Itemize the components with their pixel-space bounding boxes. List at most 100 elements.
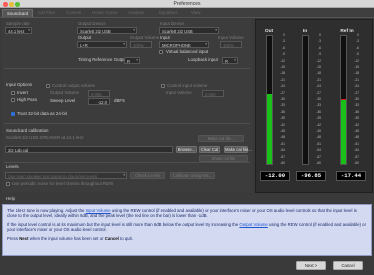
chevron-down-icon: ▾ — [205, 42, 207, 46]
refin-meter-readout: -17.44 — [336, 171, 366, 181]
meter-tick-label: -30 — [354, 97, 359, 101]
tab-view[interactable]: View — [187, 9, 204, 17]
meter-tick-label: -60 — [354, 161, 359, 165]
tab-analysis[interactable]: Analysis — [124, 9, 148, 17]
show-cal-file-button[interactable]: Show cal file — [199, 155, 248, 162]
out-meter-label: Out — [264, 29, 274, 34]
output-device-select[interactable]: Scarlett 2i2 USB ▾ — [77, 27, 137, 34]
meter-tick-label: -9 — [282, 52, 285, 57]
timing-ref-label: Timing Reference Output — [78, 57, 127, 62]
meter-tick-label: -48 — [354, 135, 359, 140]
clear-cal-button[interactable]: Clear Cal — [199, 146, 220, 153]
meter-tick-label: -24 — [280, 84, 285, 89]
meter-tick-label: -6 — [356, 45, 359, 50]
chevron-down-icon: ▾ — [133, 28, 135, 32]
levels-heading: Levels — [6, 164, 19, 169]
tab-equaliser[interactable]: Equaliser — [155, 9, 181, 17]
meter-tick-label: -24 — [316, 84, 321, 89]
control-input-volume-checkbox[interactable] — [161, 84, 166, 89]
trust-24bit-checkbox[interactable] — [11, 112, 16, 117]
output-volume-field[interactable]: 100% — [130, 41, 152, 48]
meter-tick-label: -42 — [316, 122, 321, 127]
refin-meter-bar — [340, 35, 347, 165]
input-value: MICROPHONE — [162, 42, 191, 48]
periodic-noise-checkbox[interactable] — [6, 182, 11, 187]
virtual-balanced-checkbox[interactable] — [159, 50, 164, 55]
cal-file-field[interactable]: 2i2 Lab.cal — [5, 146, 173, 153]
meter-tick-label: -45 — [280, 129, 285, 133]
meter-tick-label: -3 — [318, 39, 321, 44]
check-levels-button[interactable]: Check Levels — [130, 172, 165, 179]
control-output-volume-label: Control output volume — [52, 83, 95, 88]
chevron-down-icon: ▾ — [215, 28, 217, 32]
out-meter-level — [267, 93, 272, 164]
invert-checkbox[interactable] — [11, 91, 16, 96]
loopback-select[interactable]: R ▾ — [222, 57, 238, 64]
meter-tick-label: -45 — [316, 129, 321, 133]
input-device-label: Input Device — [160, 21, 185, 26]
meter-tick-label: -45 — [354, 129, 359, 133]
meter-tick-label: 0 — [319, 33, 321, 37]
meter-tick-label: -33 — [280, 103, 285, 108]
meter-tick-label: -15 — [354, 65, 359, 69]
meter-tick-label: -60 — [316, 161, 321, 165]
meter-tick-label: -15 — [316, 65, 321, 69]
help-box: The 1kHz tone is now playing. Adjust the… — [2, 204, 372, 256]
tab-house-curve[interactable]: House Curve — [88, 9, 122, 17]
output-select[interactable]: L+R ▾ — [77, 41, 127, 48]
high-pass-label: High Pass — [17, 97, 38, 102]
out-meter-readout: -12.00 — [260, 171, 290, 181]
make-cal-file-button[interactable]: Make cal file... — [224, 146, 252, 153]
input-select[interactable]: MICROPHONE ▾ — [159, 41, 209, 48]
timing-ref-select[interactable]: R ▾ — [124, 57, 140, 64]
help-text: to quit. — [118, 235, 133, 241]
meter-tick-label: -21 — [354, 77, 359, 82]
meter-tick-label: -15 — [280, 65, 285, 69]
input-volume-opt-label: Input Volume — [166, 90, 192, 95]
refin-meter-scale: 0 -3 -6 -9 -12 -15 -18 -21 -24 -27 -30 -33 -36 -39 -42… — [348, 33, 359, 165]
output-volume-opt-label: Output Volume — [50, 90, 80, 95]
meter-tick-label: -51 — [354, 141, 359, 146]
sample-rate-select[interactable]: 44.1 kHz ▾ — [5, 27, 32, 34]
soundcard-panel — [2, 19, 252, 193]
tab-comms[interactable]: Comms — [62, 9, 85, 17]
refin-meter-label: Ref In — [340, 29, 354, 34]
divider — [4, 123, 250, 124]
tab-cal-files[interactable]: Cal Files — [34, 9, 59, 17]
control-output-volume-checkbox[interactable] — [46, 84, 51, 89]
input-volume-field[interactable]: 100% — [220, 41, 242, 48]
meter-tick-label: -36 — [354, 109, 359, 114]
sweep-unit-label: dBFS — [114, 98, 125, 103]
sweep-level-field[interactable]: -12.0 — [88, 98, 110, 105]
input-label: Input — [160, 35, 170, 40]
help-text: Press — [7, 235, 20, 241]
chevron-down-icon: ▾ — [123, 173, 125, 177]
input-device-select[interactable]: Scarlett 2i2 USB ▾ — [159, 27, 219, 34]
input-volume-opt-field[interactable]: 0.000 — [202, 90, 224, 97]
meter-tick-label: -3 — [282, 39, 285, 44]
output-volume-link[interactable]: Output Volume — [239, 222, 267, 227]
refin-meter-level — [341, 100, 346, 164]
calibration-heading: Soundcard calibration — [6, 128, 49, 133]
high-pass-checkbox[interactable] — [11, 98, 16, 103]
browse-button[interactable]: Browse... — [176, 146, 197, 153]
meter-tick-label: -21 — [316, 77, 321, 82]
sample-rate-value: 44.1 kHz — [8, 28, 25, 34]
tab-soundcard[interactable]: Soundcard — [2, 9, 34, 17]
calibrate-using-mic-button[interactable]: Calibrate Using Mic... — [170, 172, 215, 179]
out-meter-scale: 0 -3 -6 -9 -12 -15 -18 -21 -24 -27 -30 -33 -36 -39 -42… — [274, 33, 285, 165]
input-volume-link[interactable]: Input Volume — [86, 208, 111, 213]
out-meter-bar — [266, 35, 273, 165]
divider — [4, 68, 250, 69]
levels-signal-select[interactable]: Use main speaker test signal to check/se… — [5, 172, 127, 179]
virtual-balanced-label: Virtual balanced input — [166, 49, 209, 54]
meter-tick-label: -27 — [280, 90, 285, 95]
output-volume-opt-field[interactable]: 0.005 — [88, 90, 110, 97]
cancel-button[interactable]: Cancel — [333, 261, 363, 270]
next-button[interactable]: Next > — [296, 261, 326, 270]
in-meter-readout: -96.85 — [296, 171, 326, 181]
window-title: Preferences — [173, 1, 201, 7]
make-cal-file-top-button[interactable]: Make cal file... — [198, 135, 244, 142]
chevron-down-icon: ▾ — [234, 58, 236, 62]
help-text: If the input level control is at its max… — [7, 221, 240, 227]
